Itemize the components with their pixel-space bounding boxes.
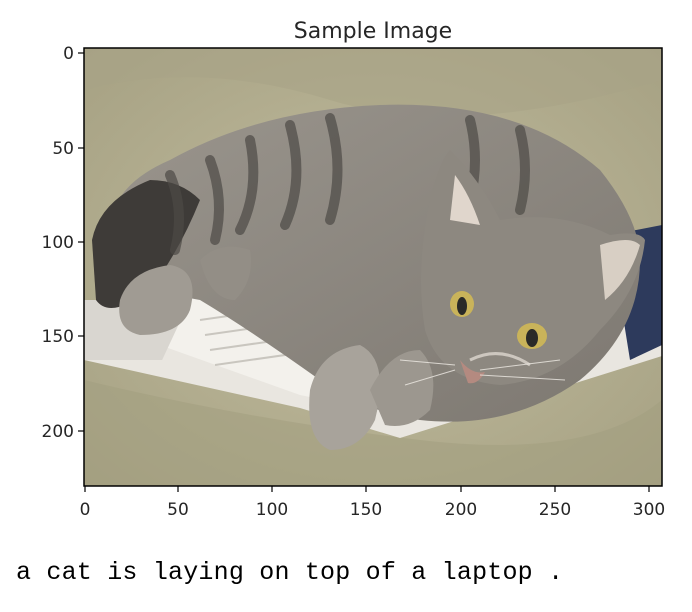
y-tick-label: 50 [52,139,74,159]
y-tick-label: 100 [42,233,74,253]
y-tick-label: 150 [42,327,74,347]
y-tick-label: 0 [63,44,74,64]
x-tick-label: 0 [80,500,91,520]
figure-canvas: Sample Image 0 50 100 150 200 0 50 100 1… [42,19,666,520]
y-tick-label: 200 [42,422,74,442]
figure-title: Sample Image [294,19,452,44]
x-tick-label: 100 [256,500,288,520]
x-axis [84,486,650,492]
x-tick-label: 200 [445,500,477,520]
x-tick-label: 50 [167,500,189,520]
x-tick-label: 300 [633,500,665,520]
y-axis [78,52,84,432]
x-tick-label: 250 [539,500,571,520]
image-caption: a cat is laying on top of a laptop . [16,558,564,587]
x-tick-label: 150 [350,500,382,520]
cat-photo [84,48,662,486]
